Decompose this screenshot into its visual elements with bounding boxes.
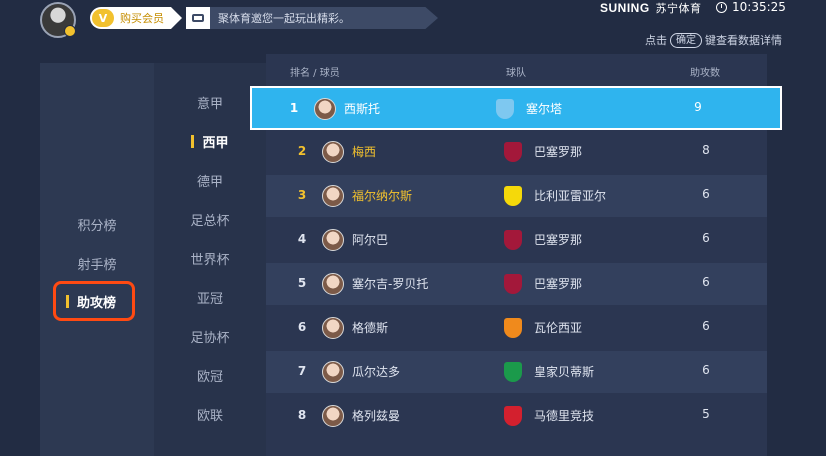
row-rank: 7 — [297, 364, 307, 378]
category-standings[interactable]: 积分榜 — [40, 215, 154, 234]
table-row[interactable]: 1 西斯托 塞尔塔 9 — [250, 86, 782, 130]
row-rank: 2 — [297, 144, 307, 158]
row-rank: 1 — [289, 101, 299, 115]
category-panel: 积分榜 射手榜 助攻榜 — [40, 63, 154, 456]
hint-prefix: 点击 — [645, 34, 667, 47]
team-crest-icon — [504, 186, 522, 206]
player-photo — [322, 185, 344, 207]
assist-table: 排名 / 球员 球队 助攻数 1 西斯托 塞尔塔 9 2 梅西 巴塞罗那 8 3 福尔纳尔斯 比利亚… — [250, 54, 782, 456]
vip-crown-icon — [64, 25, 76, 37]
team-crest-icon — [504, 318, 522, 338]
player-name: 西斯托 — [344, 102, 381, 116]
table-row[interactable]: 3 福尔纳尔斯 比利亚雷亚尔 6 — [266, 175, 767, 217]
player-photo — [322, 273, 344, 295]
team-name: 巴塞罗那 — [534, 277, 583, 291]
message-ticker[interactable]: 聚体育邀您一起玩出精彩。 — [186, 7, 438, 29]
league-afc-cl[interactable]: 亚冠 — [154, 288, 266, 307]
player-photo — [322, 141, 344, 163]
player-name: 格列兹曼 — [352, 409, 401, 423]
table-row[interactable]: 6 格德斯 瓦伦西亚 6 — [266, 307, 767, 349]
row-rank: 6 — [297, 320, 307, 334]
buy-vip-button[interactable]: V 购买会员 — [90, 7, 182, 29]
category-assists[interactable]: 助攻榜 — [53, 281, 135, 321]
team-crest-icon — [504, 362, 522, 382]
category-assists-label: 助攻榜 — [77, 295, 117, 311]
player-photo — [322, 405, 344, 427]
team-name: 马德里竞技 — [534, 409, 595, 423]
brand-cn: 苏宁体育 — [655, 3, 702, 15]
player-photo — [322, 229, 344, 251]
row-rank: 8 — [297, 408, 307, 422]
team-crest-icon — [504, 230, 522, 250]
player-photo — [322, 317, 344, 339]
table-header: 排名 / 球员 球队 助攻数 — [266, 54, 767, 86]
buy-vip-label: 购买会员 — [120, 12, 164, 25]
team-crest-icon — [496, 99, 514, 119]
table-row[interactable]: 8 格列兹曼 马德里竞技 5 — [266, 395, 767, 437]
row-rank: 5 — [297, 276, 307, 290]
hint-suffix: 键查看数据详情 — [705, 34, 782, 47]
team-name: 皇家贝蒂斯 — [534, 365, 595, 379]
player-name: 福尔纳尔斯 — [352, 189, 413, 203]
row-rank: 3 — [297, 188, 307, 202]
team-crest-icon — [504, 142, 522, 162]
table-row[interactable]: 7 瓜尔达多 皇家贝蒂斯 6 — [266, 351, 767, 393]
team-name: 瓦伦西亚 — [534, 321, 583, 335]
table-row[interactable]: 2 梅西 巴塞罗那 8 — [266, 131, 767, 173]
table-row[interactable]: 5 塞尔吉-罗贝托 巴塞罗那 6 — [266, 263, 767, 305]
player-photo — [314, 98, 336, 120]
league-uel[interactable]: 欧联 — [154, 405, 266, 424]
row-rank: 4 — [297, 232, 307, 246]
ticker-text: 聚体育邀您一起玩出精彩。 — [218, 12, 350, 25]
clock-icon — [716, 1, 727, 13]
player-name: 阿尔巴 — [352, 233, 389, 247]
assist-count: 6 — [702, 275, 710, 289]
assist-count: 5 — [702, 407, 710, 421]
team-name: 巴塞罗那 — [534, 145, 583, 159]
ok-key-icon: 确定 — [670, 32, 702, 48]
player-name: 格德斯 — [352, 321, 389, 335]
table-row[interactable]: 4 阿尔巴 巴塞罗那 6 — [266, 219, 767, 261]
clock: 10:35:25 — [716, 0, 786, 14]
category-scorers[interactable]: 射手榜 — [40, 254, 154, 273]
team-name: 比利亚雷亚尔 — [534, 189, 607, 203]
league-cfa-cup[interactable]: 足协杯 — [154, 327, 266, 346]
team-crest-icon — [504, 274, 522, 294]
col-team: 球队 — [506, 68, 526, 79]
col-rank-player: 排名 / 球员 — [290, 68, 340, 79]
selection-indicator — [66, 294, 69, 308]
col-assists: 助攻数 — [690, 68, 720, 79]
league-fa-cup[interactable]: 足总杯 — [154, 210, 266, 229]
brand-name: SUNING — [600, 1, 650, 15]
team-crest-icon — [504, 406, 522, 426]
league-ucl[interactable]: 欧冠 — [154, 366, 266, 385]
player-photo — [322, 361, 344, 383]
league-la-liga-label: 西甲 — [202, 136, 229, 151]
team-name: 塞尔塔 — [526, 102, 563, 116]
brand-logo: SUNING 苏宁体育 — [600, 0, 702, 16]
league-la-liga[interactable]: 西甲 — [154, 132, 266, 151]
league-world-cup[interactable]: 世界杯 — [154, 249, 266, 268]
player-name: 塞尔吉-罗贝托 — [352, 277, 429, 291]
player-name: 瓜尔达多 — [352, 365, 401, 379]
assist-count: 6 — [702, 187, 710, 201]
assist-count: 6 — [702, 319, 710, 333]
team-name: 巴塞罗那 — [534, 233, 583, 247]
assist-count: 6 — [702, 363, 710, 377]
message-icon — [186, 7, 210, 29]
details-hint: 点击 确定 键查看数据详情 — [645, 32, 782, 48]
clock-time: 10:35:25 — [732, 0, 786, 14]
league-active-indicator — [191, 135, 195, 148]
league-bundesliga[interactable]: 德甲 — [154, 171, 266, 190]
player-name: 梅西 — [352, 145, 377, 159]
assist-count: 8 — [702, 143, 710, 157]
assist-count: 9 — [694, 100, 702, 114]
assist-count: 6 — [702, 231, 710, 245]
vip-icon: V — [92, 9, 114, 27]
